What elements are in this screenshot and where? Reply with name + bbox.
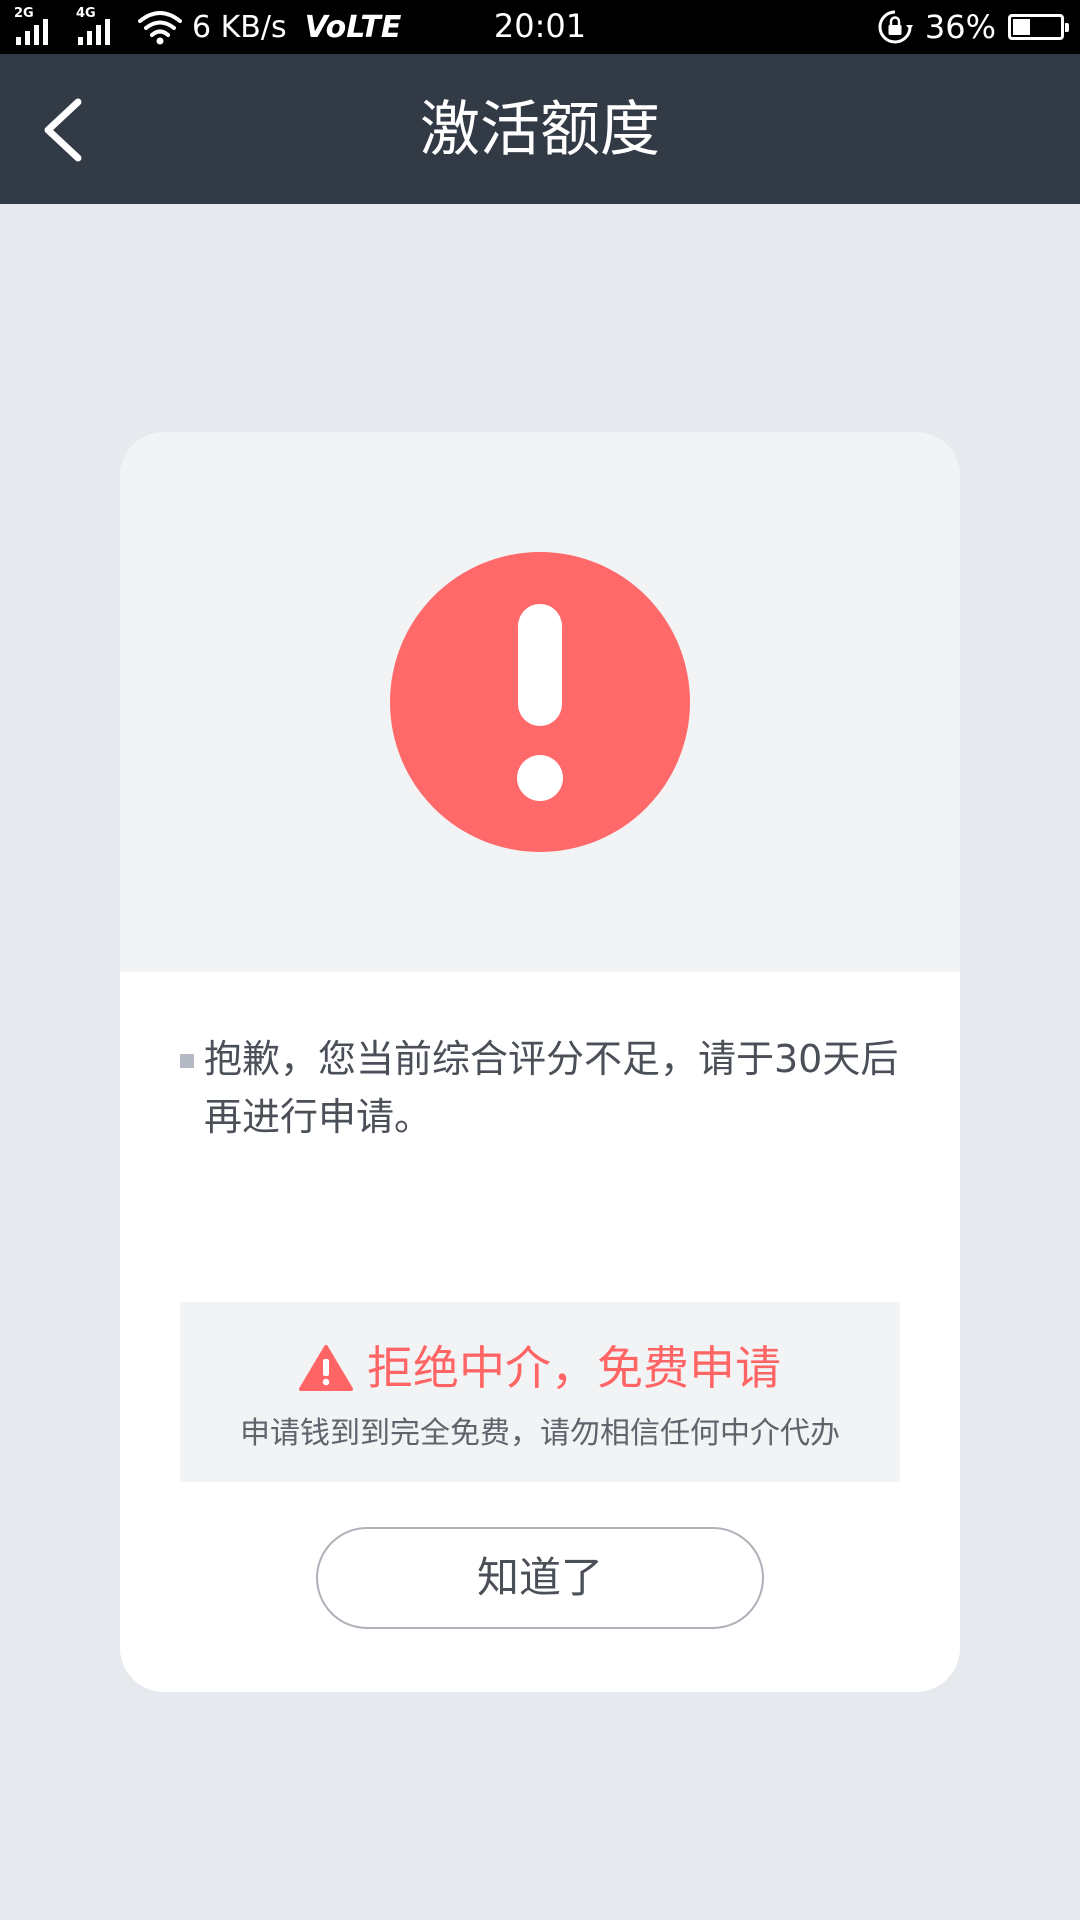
status-bar: 2G 4G 6 KB/s VoLTE 20:01 36% xyxy=(0,0,1080,54)
message-text: 抱歉，您当前综合评分不足，请于30天后再进行申请。 xyxy=(204,1037,899,1139)
warning-triangle-icon xyxy=(299,1345,353,1391)
battery-icon xyxy=(1008,14,1069,40)
rotation-lock-icon xyxy=(878,10,913,44)
status-right-group: 36% xyxy=(877,6,1069,48)
anti-agent-notice: 拒绝中介，免费申请 申请钱到到完全免费，请勿相信任何中介代办 xyxy=(180,1302,900,1482)
nav-bar: 激活额度 xyxy=(0,54,1080,204)
battery-percent: 36% xyxy=(924,8,996,46)
result-card: 抱歉，您当前综合评分不足，请于30天后再进行申请。 拒绝中介，免费申请 申请钱到… xyxy=(120,432,960,1692)
card-header-area xyxy=(120,432,960,972)
notice-title: 拒绝中介，免费申请 xyxy=(367,1341,781,1395)
rejection-message: 抱歉，您当前综合评分不足，请于30天后再进行申请。 xyxy=(180,1030,910,1146)
page-title: 激活额度 xyxy=(420,95,660,165)
notice-subtitle: 申请钱到到完全免费，请勿相信任何中介代办 xyxy=(240,1416,840,1451)
bullet-marker xyxy=(180,1054,194,1068)
got-it-button[interactable]: 知道了 xyxy=(316,1527,764,1629)
notice-title-row: 拒绝中介，免费申请 xyxy=(180,1338,900,1398)
exclamation-circle-icon xyxy=(390,552,690,852)
